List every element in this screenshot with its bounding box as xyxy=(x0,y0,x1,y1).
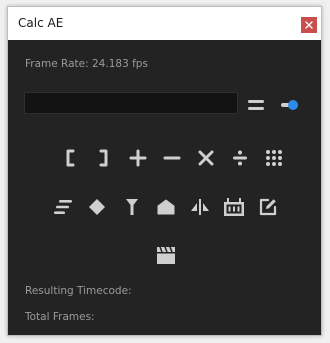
close-button[interactable] xyxy=(301,17,317,33)
plus-button[interactable] xyxy=(125,145,151,171)
film-icon xyxy=(224,198,244,216)
multiply-icon xyxy=(198,150,214,166)
keypad-icon xyxy=(266,150,282,166)
toggle-icon xyxy=(281,100,298,110)
film-button[interactable] xyxy=(221,194,247,220)
home-button[interactable] xyxy=(153,194,179,220)
pin-icon xyxy=(126,199,138,215)
total-frames-label: Total Frames: xyxy=(25,311,95,323)
align-icon xyxy=(54,200,72,214)
split-button[interactable] xyxy=(187,194,213,220)
close-icon xyxy=(305,21,313,29)
equals-icon xyxy=(248,100,264,110)
window-title: Calc AE xyxy=(18,16,64,30)
frame-rate-label: Frame Rate: 24.183 fps xyxy=(25,58,148,70)
align-button[interactable] xyxy=(50,194,76,220)
divide-icon xyxy=(233,150,247,166)
equals-button[interactable] xyxy=(243,92,269,118)
clapper-icon xyxy=(157,246,175,264)
close-paren-icon xyxy=(99,149,108,167)
open-paren-icon xyxy=(66,149,75,167)
edit-button[interactable] xyxy=(255,194,281,220)
keypad-button[interactable] xyxy=(261,145,287,171)
clapper-button[interactable] xyxy=(153,242,179,268)
mode-toggle[interactable] xyxy=(277,92,303,118)
calculator-panel: Frame Rate: 24.183 fps Resulting Timecod… xyxy=(8,40,321,335)
minus-icon xyxy=(163,156,181,160)
resulting-timecode-label: Resulting Timecode: xyxy=(25,285,132,297)
diamond-button[interactable] xyxy=(84,194,110,220)
divide-button[interactable] xyxy=(227,145,253,171)
calc-ae-window: Calc AE Frame Rate: 24.183 fps Resulting… xyxy=(7,6,322,336)
minus-button[interactable] xyxy=(159,145,185,171)
title-bar: Calc AE xyxy=(8,7,321,40)
diamond-icon xyxy=(89,199,105,215)
pin-button[interactable] xyxy=(119,194,145,220)
edit-icon xyxy=(259,198,277,216)
multiply-button[interactable] xyxy=(193,145,219,171)
close-paren-button[interactable] xyxy=(91,145,117,171)
open-paren-button[interactable] xyxy=(57,145,83,171)
home-icon xyxy=(157,199,175,215)
plus-icon xyxy=(129,149,147,167)
split-icon xyxy=(191,199,209,215)
timecode-input[interactable] xyxy=(24,92,238,114)
